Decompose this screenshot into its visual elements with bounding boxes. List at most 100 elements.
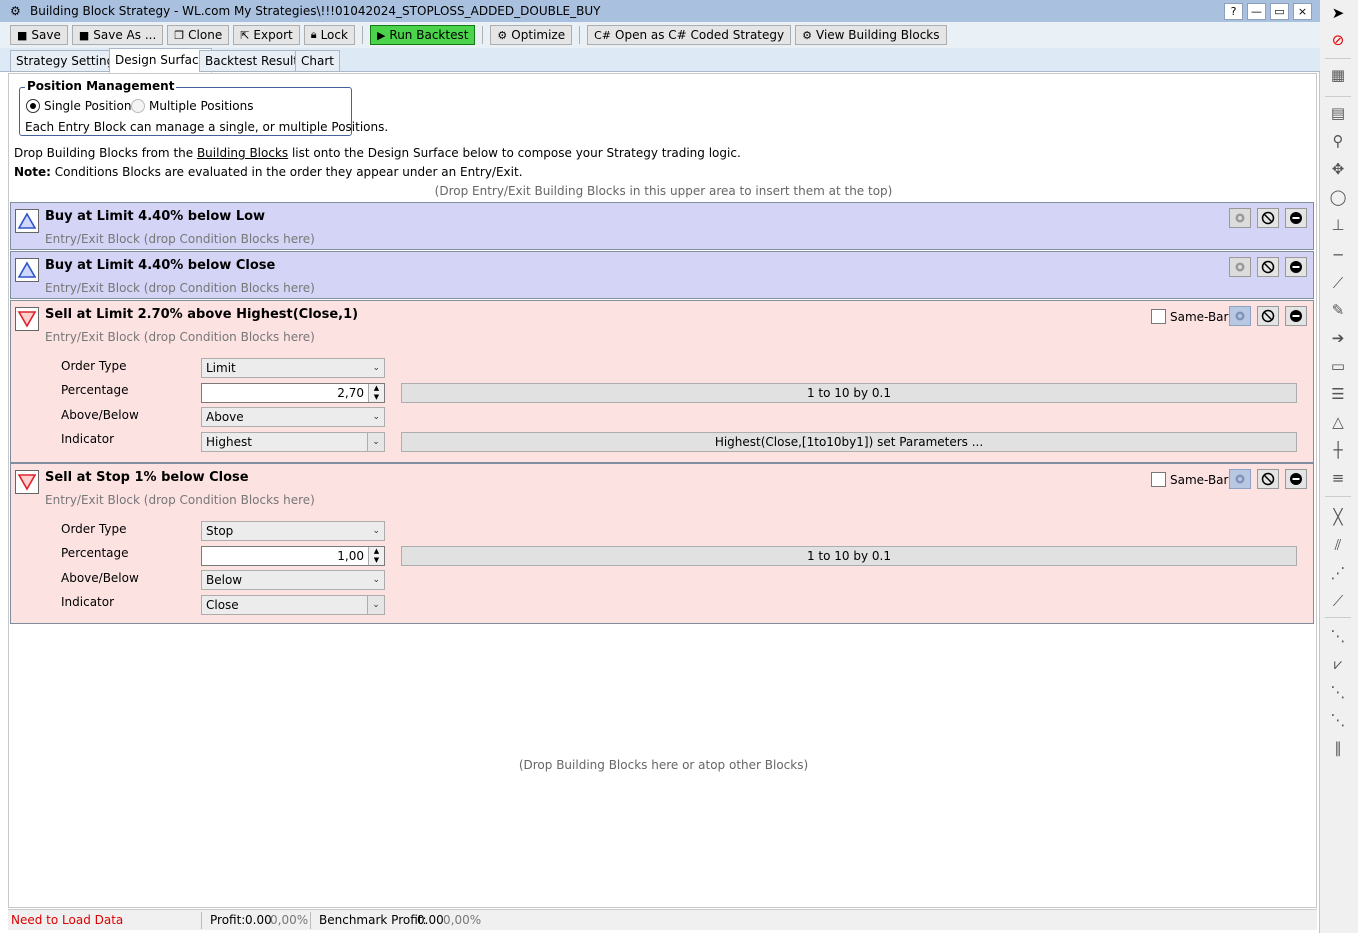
remove-icon[interactable] [1285, 208, 1307, 228]
arrow-right-icon[interactable]: ➔ [1327, 327, 1349, 349]
floppy-icon: ■ [78, 28, 90, 42]
fib-icon[interactable]: ≡ [1327, 467, 1349, 489]
vertical-marker-icon[interactable]: ┼ [1327, 439, 1349, 461]
note-label: Note: [14, 165, 51, 179]
export-label: Export [253, 28, 293, 42]
above-below-select[interactable]: Above ⌄ [201, 407, 385, 427]
order-type-select[interactable]: Limit ⌄ [201, 358, 385, 378]
instructions-text: Drop Building Blocks from the [14, 146, 197, 160]
cross-line-icon[interactable]: ╳ [1327, 506, 1349, 528]
percentage-range-button[interactable]: 1 to 10 by 0.1 [401, 546, 1297, 566]
exit-block-sell-limit[interactable]: Sell at Limit 2.70% above Highest(Close,… [10, 300, 1314, 463]
run-backtest-button[interactable]: ▶ Run Backtest [369, 25, 476, 45]
exit-block-sell-stop[interactable]: Sell at Stop 1% below Close Entry/Exit B… [10, 463, 1314, 624]
entry-block-buy-low[interactable]: Buy at Limit 4.40% below Low Entry/Exit … [10, 202, 1314, 250]
trendline-icon[interactable]: ⟋ [1327, 272, 1349, 294]
close-button[interactable]: × [1293, 3, 1312, 20]
block-title: Buy at Limit 4.40% below Low [45, 209, 266, 224]
view-building-blocks-button[interactable]: ⚙ View Building Blocks [795, 25, 947, 45]
lock-button[interactable]: 🔒︎ Lock [303, 25, 355, 45]
chevron-down-icon: ⌄ [367, 596, 384, 614]
clone-button[interactable]: ❐ Clone [167, 25, 230, 45]
tab-chart[interactable]: Chart [295, 50, 340, 72]
block-subtitle: Entry/Exit Block (drop Condition Blocks … [45, 493, 315, 507]
remove-icon[interactable] [1285, 257, 1307, 277]
disable-icon[interactable] [1257, 469, 1279, 489]
open-csharp-button[interactable]: C# Open as C# Coded Strategy [587, 25, 792, 45]
drop-bottom-hint: (Drop Building Blocks here or atop other… [518, 758, 809, 772]
instructions-text: list onto the Design Surface below to co… [288, 146, 741, 160]
gann-icon[interactable]: ⋱ [1327, 681, 1349, 703]
speed-lines-icon[interactable]: ⩗ [1327, 653, 1349, 675]
radio-unselected-icon [131, 99, 145, 113]
disable-icon[interactable] [1257, 208, 1279, 228]
fan-icon[interactable]: ⋱ [1327, 625, 1349, 647]
vertical-line-icon[interactable]: ⊥ [1327, 214, 1349, 236]
percentage-input[interactable]: 1,00 ▲ ▼ [201, 546, 385, 566]
save-button[interactable]: ■ Save [10, 25, 68, 45]
drop-top-hint: (Drop Entry/Exit Building Blocks in this… [434, 184, 893, 198]
gear-icon[interactable] [1229, 257, 1251, 277]
fib-fan-icon[interactable]: ⋱ [1327, 709, 1349, 731]
grid-icon[interactable]: ▦ [1327, 64, 1349, 86]
block-subtitle: Entry/Exit Block (drop Condition Blocks … [45, 232, 315, 246]
indicator-select[interactable]: Close ⌄ [201, 595, 385, 615]
export-button[interactable]: ⇱ Export [233, 25, 300, 45]
disable-icon[interactable] [1257, 257, 1279, 277]
rectangle-icon[interactable]: ▭ [1327, 355, 1349, 377]
triangle-icon[interactable]: △ [1327, 411, 1349, 433]
tab-design-surface[interactable]: Design Surface [109, 48, 212, 73]
help-button[interactable]: ? [1224, 3, 1243, 20]
instructions-line: Drop Building Blocks from the Building B… [14, 146, 741, 160]
indicator-parameters-button[interactable]: Highest(Close,[1to10by1]) set Parameters… [401, 432, 1297, 452]
toolbar-separator [482, 26, 484, 44]
entry-block-buy-close[interactable]: Buy at Limit 4.40% below Close Entry/Exi… [10, 251, 1314, 299]
load-data-status[interactable]: Need to Load Data [11, 910, 123, 930]
note-line: Note: Conditions Blocks are evaluated in… [14, 165, 523, 179]
ellipse-icon[interactable]: ◯ [1327, 186, 1349, 208]
status-bar: Need to Load Data Profit: 0.00 0,00% Ben… [8, 909, 1317, 930]
channel-icon[interactable]: ⫽ [1327, 534, 1349, 556]
same-bar-checkbox[interactable]: Same-Bar [1151, 309, 1228, 324]
disable-icon[interactable] [1257, 306, 1279, 326]
same-bar-checkbox[interactable]: Same-Bar [1151, 472, 1228, 487]
gear-icon[interactable] [1229, 306, 1251, 326]
indicator-select[interactable]: Highest ⌄ [201, 432, 385, 452]
move-icon[interactable]: ✥ [1327, 158, 1349, 180]
horizontal-line-icon[interactable]: ─ [1327, 244, 1349, 266]
pattern-icon[interactable]: ⋰ [1327, 562, 1349, 584]
cycle-lines-icon[interactable]: ∥ [1327, 737, 1349, 759]
spin-arrows-icon[interactable]: ▲ ▼ [368, 547, 384, 565]
minimize-button[interactable]: — [1247, 3, 1266, 20]
calendar-icon[interactable]: ▤ [1327, 102, 1349, 124]
save-as-button[interactable]: ■ Save As ... [71, 25, 164, 45]
remove-icon[interactable] [1285, 469, 1307, 489]
open-csharp-label: Open as C# Coded Strategy [615, 28, 785, 42]
multiple-positions-radio[interactable]: Multiple Positions [131, 99, 253, 113]
pointer-icon[interactable]: ➤ [1327, 2, 1349, 24]
single-position-radio[interactable]: Single Position [26, 99, 131, 113]
optimize-button[interactable]: ⚙ Optimize [490, 25, 573, 45]
building-blocks-link[interactable]: Building Blocks [197, 146, 288, 160]
remove-icon[interactable] [1285, 306, 1307, 326]
status-divider [201, 912, 202, 929]
percentage-range-button[interactable]: 1 to 10 by 0.1 [401, 383, 1297, 403]
palette-separator [1325, 58, 1351, 59]
fork-icon[interactable]: ⚲ [1327, 130, 1349, 152]
design-surface[interactable]: Position Management Single Position Mult… [8, 73, 1317, 908]
cancel-icon[interactable]: ⊘ [1327, 29, 1349, 51]
order-type-select[interactable]: Stop ⌄ [201, 521, 385, 541]
text-icon[interactable]: ☰ [1327, 383, 1349, 405]
percentage-label: Percentage [61, 546, 129, 560]
spin-arrows-icon[interactable]: ▲ ▼ [368, 384, 384, 402]
gear-icon[interactable] [1229, 469, 1251, 489]
tab-backtest-results[interactable]: Backtest Results [199, 50, 311, 72]
above-below-select[interactable]: Below ⌄ [201, 570, 385, 590]
play-icon: ▶ [376, 28, 386, 42]
gear-icon[interactable] [1229, 208, 1251, 228]
ray-icon[interactable]: ⟋ [1327, 590, 1349, 612]
maximize-button[interactable]: ▭ [1270, 3, 1289, 20]
indicator-value: Highest [206, 435, 252, 449]
percentage-input[interactable]: 2,70 ▲ ▼ [201, 383, 385, 403]
pencil-icon[interactable]: ✎ [1327, 299, 1349, 321]
